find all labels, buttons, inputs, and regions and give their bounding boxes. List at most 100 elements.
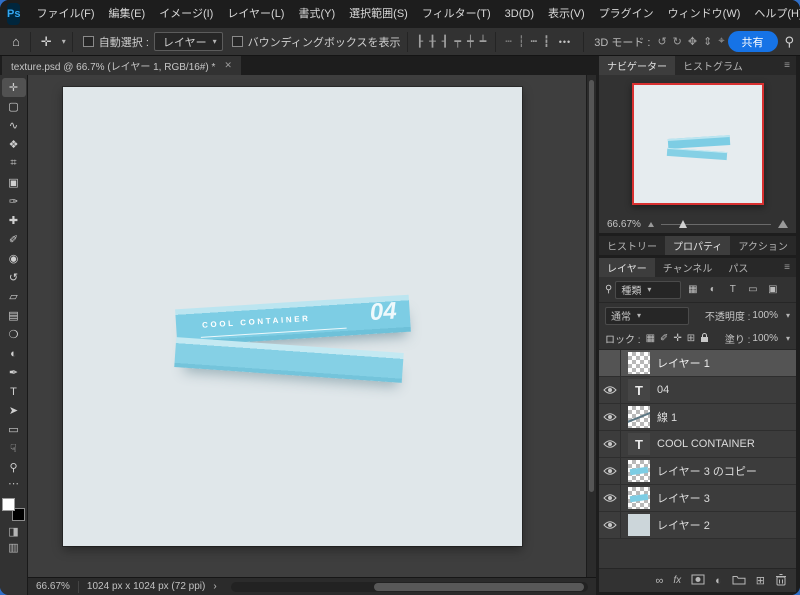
hand-tool[interactable]: ☟ bbox=[2, 439, 26, 458]
type-tool[interactable]: T bbox=[2, 382, 26, 401]
menu-view[interactable]: 表示(V) bbox=[541, 0, 592, 28]
lock-position-button[interactable]: ✛ bbox=[673, 333, 681, 344]
object-selection-tool[interactable]: ❖ bbox=[2, 135, 26, 154]
layer-thumbnail[interactable]: T bbox=[628, 433, 650, 455]
status-expand-button[interactable]: › bbox=[213, 581, 216, 592]
auto-select-checkbox[interactable] bbox=[82, 36, 94, 47]
link-layers-button[interactable]: ∞ bbox=[656, 575, 664, 587]
filter-pixel-layers-button[interactable]: ▦ bbox=[684, 281, 701, 298]
filter-type-layers-button[interactable]: T bbox=[724, 281, 741, 298]
filter-shape-layers-button[interactable]: ▭ bbox=[744, 281, 761, 298]
lock-all-button[interactable] bbox=[700, 332, 709, 346]
tab-history[interactable]: ヒストリー bbox=[599, 236, 665, 255]
layer-row[interactable]: 線 1 bbox=[599, 404, 796, 431]
marquee-tool[interactable]: ▢ bbox=[2, 97, 26, 116]
crop-tool[interactable]: ⌗ bbox=[2, 154, 26, 173]
3d-slide-button[interactable]: ⇕ bbox=[700, 35, 715, 48]
shape-tool[interactable]: ▭ bbox=[2, 420, 26, 439]
layer-row[interactable]: レイヤー 1 bbox=[599, 350, 796, 377]
layer-thumbnail[interactable]: T bbox=[628, 379, 650, 401]
layer-thumbnail[interactable] bbox=[628, 460, 650, 482]
distribute-horizontal-button[interactable]: ┄ bbox=[502, 35, 515, 48]
healing-brush-tool[interactable]: ✚ bbox=[2, 211, 26, 230]
new-layer-button[interactable]: ⊞ bbox=[756, 574, 765, 587]
visibility-toggle[interactable] bbox=[599, 485, 621, 511]
frame-tool[interactable]: ▣ bbox=[2, 173, 26, 192]
document-tab[interactable]: texture.psd @ 66.7% (レイヤー 1, RGB/16#) * … bbox=[2, 56, 241, 75]
menu-layer[interactable]: レイヤー(L) bbox=[220, 0, 291, 28]
layer-row[interactable]: レイヤー 3 bbox=[599, 485, 796, 512]
move-tool[interactable]: ✛ bbox=[1, 78, 26, 97]
menu-type[interactable]: 書式(Y) bbox=[291, 0, 342, 28]
3d-scale-button[interactable]: ⌖ bbox=[715, 35, 727, 48]
quick-mask-button[interactable]: ◨ bbox=[8, 525, 18, 541]
lock-pixels-button[interactable]: ✐ bbox=[660, 333, 668, 344]
canvas-viewport[interactable]: COOL CONTAINER 04 bbox=[28, 75, 596, 577]
menu-select[interactable]: 選択範囲(S) bbox=[342, 0, 415, 28]
menu-edit[interactable]: 編集(E) bbox=[102, 0, 153, 28]
tab-actions[interactable]: アクション bbox=[730, 236, 796, 255]
zoom-level-field[interactable]: 66.67% bbox=[36, 581, 70, 592]
menu-file[interactable]: ファイル(F) bbox=[29, 0, 101, 28]
new-group-button[interactable] bbox=[732, 574, 746, 588]
search-icon[interactable]: ⚲ bbox=[778, 34, 800, 50]
history-brush-tool[interactable]: ↺ bbox=[2, 268, 26, 287]
auto-select-dropdown[interactable]: レイヤー ▾ bbox=[153, 32, 223, 51]
tab-cc-libraries[interactable]: CC ライブラリ bbox=[796, 236, 800, 255]
filter-adjustment-layers-button[interactable]: ◐ bbox=[704, 281, 721, 298]
align-right-edges-button[interactable]: ┨ bbox=[439, 35, 452, 48]
panel-menu-icon[interactable]: ≡ bbox=[778, 258, 796, 277]
tab-properties[interactable]: プロパティ bbox=[665, 236, 731, 255]
menu-filter[interactable]: フィルター(T) bbox=[415, 0, 498, 28]
menu-plugins[interactable]: プラグイン bbox=[592, 0, 661, 28]
vertical-scrollbar-thumb[interactable] bbox=[589, 80, 594, 492]
visibility-toggle[interactable] bbox=[599, 512, 621, 538]
layer-style-button[interactable]: fx bbox=[673, 575, 681, 586]
horizontal-scrollbar[interactable] bbox=[230, 581, 588, 592]
layer-thumbnail[interactable] bbox=[628, 514, 650, 536]
visibility-toggle[interactable] bbox=[599, 350, 621, 376]
brush-tool[interactable]: ✐ bbox=[2, 230, 26, 249]
visibility-toggle[interactable] bbox=[599, 458, 621, 484]
3d-drag-button[interactable]: ✥ bbox=[685, 35, 700, 48]
fill-control[interactable]: 塗り : 100% ▾ bbox=[725, 331, 790, 346]
delete-layer-button[interactable] bbox=[775, 573, 787, 589]
document-canvas[interactable]: COOL CONTAINER 04 bbox=[63, 87, 522, 546]
opacity-value[interactable]: 100% bbox=[752, 310, 778, 321]
layer-filter-dropdown[interactable]: 種類 ▾ bbox=[615, 280, 682, 299]
opacity-control[interactable]: 不透明度 : 100% ▾ bbox=[705, 308, 790, 323]
layer-row[interactable]: T COOL CONTAINER bbox=[599, 431, 796, 458]
dodge-tool[interactable]: ◐ bbox=[2, 344, 26, 363]
eraser-tool[interactable]: ▱ bbox=[2, 287, 26, 306]
layer-row[interactable]: レイヤー 2 bbox=[599, 512, 796, 539]
blur-tool[interactable]: ❍ bbox=[2, 325, 26, 344]
navigator-zoom-value[interactable]: 66.67% bbox=[607, 219, 641, 230]
eyedropper-tool[interactable]: ✑ bbox=[2, 192, 26, 211]
align-left-edges-button[interactable]: ┠ bbox=[414, 35, 427, 48]
pen-tool[interactable]: ✒ bbox=[2, 363, 26, 382]
panel-menu-icon[interactable]: ≡ bbox=[778, 56, 796, 75]
align-horizontal-centers-button[interactable]: ╂ bbox=[426, 35, 439, 48]
align-top-edges-button[interactable]: ┯ bbox=[451, 35, 464, 48]
tab-navigator[interactable]: ナビゲーター bbox=[599, 56, 675, 75]
3d-rotate-button[interactable]: ↺ bbox=[654, 35, 669, 48]
tool-preset-button[interactable]: ✛ bbox=[37, 34, 56, 50]
lasso-tool[interactable]: ∿ bbox=[2, 116, 26, 135]
lock-transparency-button[interactable]: ▦ bbox=[646, 333, 655, 344]
align-bottom-edges-button[interactable]: ┷ bbox=[477, 35, 490, 48]
tab-histogram[interactable]: ヒストグラム bbox=[675, 56, 751, 75]
align-vertical-centers-button[interactable]: ┿ bbox=[464, 35, 477, 48]
screen-mode-button[interactable]: ▥ bbox=[8, 541, 18, 557]
visibility-toggle[interactable] bbox=[599, 377, 621, 403]
distribute-evenly-button[interactable]: ┇ bbox=[540, 35, 553, 48]
menu-help[interactable]: ヘルプ(H) bbox=[747, 0, 800, 28]
blend-mode-dropdown[interactable]: 通常 ▾ bbox=[605, 306, 689, 325]
fill-value[interactable]: 100% bbox=[752, 333, 778, 344]
layer-thumbnail[interactable] bbox=[628, 352, 650, 374]
distribute-spacing-button[interactable]: ┅ bbox=[528, 35, 541, 48]
zoom-tool[interactable]: ⚲ bbox=[2, 458, 26, 477]
visibility-toggle[interactable] bbox=[599, 431, 621, 457]
vertical-scrollbar[interactable] bbox=[586, 75, 596, 577]
3d-roll-button[interactable]: ↻ bbox=[670, 35, 685, 48]
bounding-box-checkbox[interactable] bbox=[231, 36, 243, 47]
